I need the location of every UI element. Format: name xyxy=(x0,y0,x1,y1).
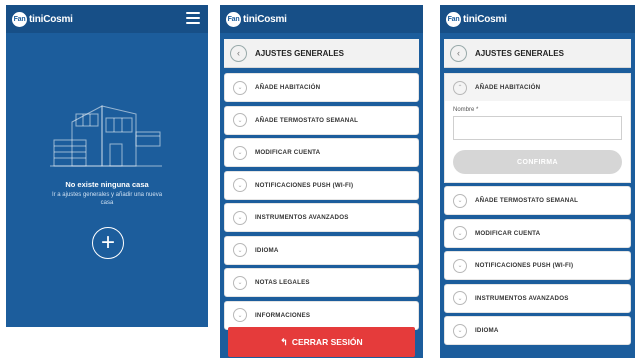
settings-item-language[interactable]: ⌄ IDIOMA xyxy=(224,235,419,265)
settings-item-add-room[interactable]: ⌃ AÑADE HABITACIÓN xyxy=(445,74,630,101)
home-screen: Fan tiniCosmi No existe ninguna casa Ir … xyxy=(6,5,208,327)
settings-list: ⌄ AÑADE HABITACIÓN ⌄ AÑADE TERMOSTATO SEMA… xyxy=(224,73,419,333)
settings-item-label: AÑADE TERMOSTATO SEMANAL xyxy=(475,197,579,204)
settings-item-label: INFORMACIONES xyxy=(255,311,311,319)
add-room-screen: Fan tiniCosmi ‹ AJUSTES GENERALES ⌃ AÑADE… xyxy=(440,5,635,358)
chevron-down-icon: ⌄ xyxy=(453,291,467,305)
settings-item-info[interactable]: ⌄ INFORMACIONES xyxy=(224,300,419,330)
settings-header: ‹ AJUSTES GENERALES xyxy=(224,39,419,68)
settings-item-label: AÑADE HABITACIÓN xyxy=(255,84,321,91)
chevron-down-icon: ⌄ xyxy=(453,323,467,338)
settings-item-advanced-tools[interactable]: ⌄ INSTRUMENTOS AVANZADOS xyxy=(224,203,419,232)
settings-item-add-weekly-thermostat[interactable]: ⌄ AÑADE TERMOSTATO SEMANAL xyxy=(444,186,631,215)
settings-item-advanced-tools[interactable]: ⌄ INSTRUMENTOS AVANZADOS xyxy=(444,283,631,313)
settings-item-push-notifications[interactable]: ⌄ NOTIFICACIONES PUSH (WI-FI) xyxy=(224,170,419,200)
confirm-button[interactable]: CONFIRMA xyxy=(453,150,622,174)
back-icon[interactable]: ‹ xyxy=(230,44,247,62)
settings-screen: Fan tiniCosmi ‹ AJUSTES GENERALES ⌄ AÑADE… xyxy=(220,5,423,358)
chevron-down-icon: ⌄ xyxy=(233,145,247,160)
chevron-down-icon: ⌄ xyxy=(233,275,247,290)
brand-name: tiniCosmi xyxy=(29,13,73,25)
settings-item-label: INSTRUMENTOS AVANZADOS xyxy=(475,294,569,302)
settings-item-label: AÑADE HABITACIÓN xyxy=(475,84,541,91)
chevron-down-icon: ⌄ xyxy=(233,210,247,225)
settings-item-language[interactable]: ⌄ IDIOMA xyxy=(444,316,631,345)
room-name-label: Nombre * xyxy=(453,107,479,113)
settings-header: ‹ AJUSTES GENERALES xyxy=(444,39,631,68)
empty-state-title: No existe ninguna casa xyxy=(65,180,149,189)
chevron-down-icon: ⌄ xyxy=(453,193,467,208)
chevron-down-icon: ⌄ xyxy=(233,308,247,322)
brand-logo-badge: Fan xyxy=(446,11,461,27)
chevron-down-icon: ⌄ xyxy=(233,113,247,127)
app-header: Fan tiniCosmi xyxy=(220,5,423,33)
settings-list: ⌃ AÑADE HABITACIÓN Nombre * CONFIRMA ⌄ AÑA… xyxy=(444,73,631,349)
settings-item-add-room[interactable]: ⌄ AÑADE HABITACIÓN xyxy=(224,73,419,102)
add-house-button[interactable]: + xyxy=(92,227,124,259)
add-room-form: Nombre * CONFIRMA xyxy=(445,101,630,182)
empty-state-subtitle: Ir a ajustes generales y añadir una nuev… xyxy=(51,192,163,206)
app-header: Fan tiniCosmi xyxy=(440,5,635,33)
brand-name: tiniCosmi xyxy=(463,13,507,25)
settings-item-push-notifications[interactable]: ⌄ NOTIFICACIONES PUSH (WI-FI) xyxy=(444,251,631,280)
chevron-down-icon: ⌄ xyxy=(233,243,247,257)
chevron-up-icon: ⌃ xyxy=(453,80,467,95)
brand-logo: Fan tiniCosmi xyxy=(226,11,287,27)
page-title: AJUSTES GENERALES xyxy=(475,48,564,58)
settings-item-label: AÑADE TERMOSTATO SEMANAL xyxy=(255,116,359,124)
page-title: AJUSTES GENERALES xyxy=(255,48,344,58)
chevron-down-icon: ⌄ xyxy=(453,258,467,273)
brand-logo: Fan tiniCosmi xyxy=(12,11,73,27)
chevron-down-icon: ⌄ xyxy=(233,178,247,192)
house-illustration-icon xyxy=(50,105,162,167)
settings-item-label: IDIOMA xyxy=(475,327,499,334)
room-name-input[interactable] xyxy=(453,116,622,140)
settings-item-label: INSTRUMENTOS AVANZADOS xyxy=(255,214,349,221)
brand-logo: Fan tiniCosmi xyxy=(446,11,507,27)
brand-logo-badge: Fan xyxy=(226,11,241,27)
logout-icon: ↰ xyxy=(280,336,288,347)
settings-item-legal-notes[interactable]: ⌄ NOTAS LEGALES xyxy=(224,268,419,297)
settings-item-label: MODIFICAR CUENTA xyxy=(255,149,321,156)
logout-button[interactable]: ↰ CERRAR SESIÓN xyxy=(228,327,415,357)
settings-item-label: MODIFICAR CUENTA xyxy=(475,229,541,237)
chevron-down-icon: ⌄ xyxy=(453,226,467,240)
chevron-down-icon: ⌄ xyxy=(233,80,247,95)
add-room-section: ⌃ AÑADE HABITACIÓN Nombre * CONFIRMA xyxy=(444,73,631,183)
brand-name: tiniCosmi xyxy=(243,13,287,25)
back-icon[interactable]: ‹ xyxy=(450,44,467,62)
settings-item-label: IDIOMA xyxy=(255,246,279,254)
brand-logo-badge: Fan xyxy=(12,11,27,27)
settings-item-label: NOTIFICACIONES PUSH (WI-FI) xyxy=(475,262,574,269)
settings-item-label: NOTIFICACIONES PUSH (WI-FI) xyxy=(255,181,354,189)
logout-label: CERRAR SESIÓN xyxy=(291,337,363,347)
settings-item-add-weekly-thermostat[interactable]: ⌄ AÑADE TERMOSTATO SEMANAL xyxy=(224,105,419,135)
settings-item-edit-account[interactable]: ⌄ MODIFICAR CUENTA xyxy=(444,218,631,248)
settings-item-edit-account[interactable]: ⌄ MODIFICAR CUENTA xyxy=(224,138,419,167)
settings-item-label: NOTAS LEGALES xyxy=(255,279,310,286)
menu-icon[interactable] xyxy=(186,12,200,24)
app-header: Fan tiniCosmi xyxy=(6,5,208,33)
